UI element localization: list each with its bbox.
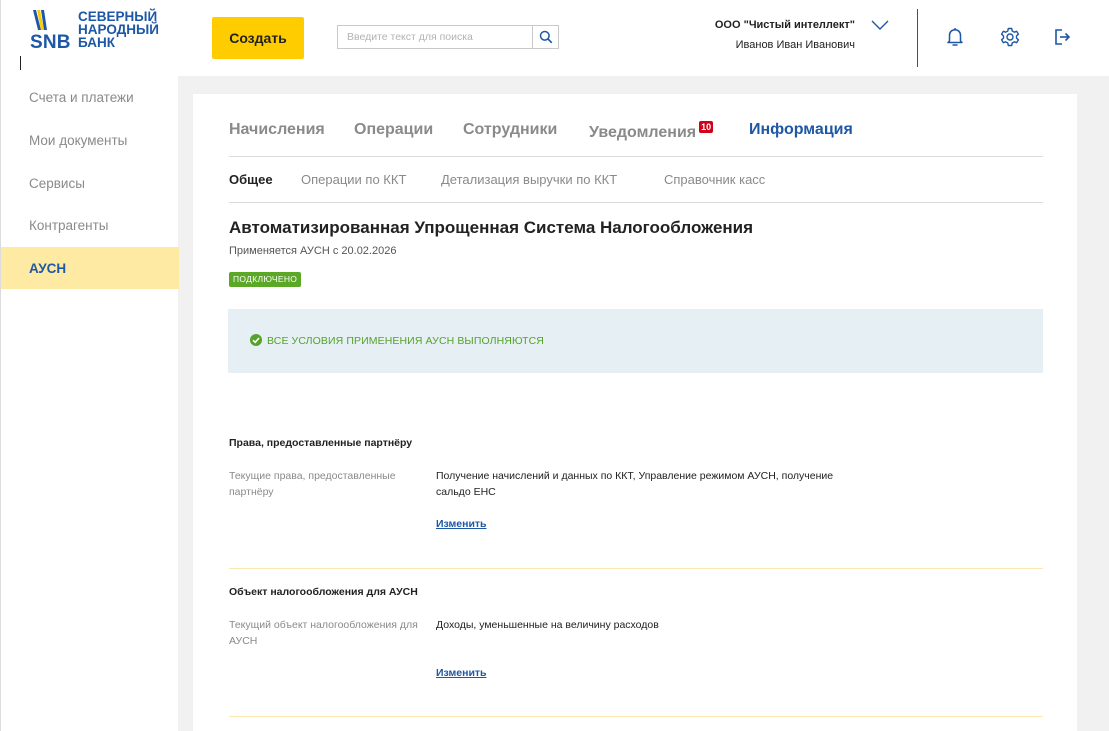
- notifications-button[interactable]: [944, 26, 966, 48]
- tab-employees-label: Сотрудники: [463, 121, 558, 138]
- status-badge: ПОДКЛЮЧЕНО: [229, 272, 302, 287]
- search-input[interactable]: [338, 26, 533, 48]
- sidebar-item-documents[interactable]: Мои документы: [1, 119, 179, 161]
- text-cursor: [20, 56, 21, 70]
- sidebar: Счета и платежи Мои документы Сервисы Ко…: [0, 76, 179, 731]
- create-button[interactable]: Создать: [212, 17, 304, 59]
- logo-name-line3: БАНК: [78, 35, 115, 50]
- tab-notifications[interactable]: Уведомления 10: [589, 121, 714, 142]
- org-switcher[interactable]: ООО "Чистый интеллект" Иванов Иван Ивано…: [701, 19, 901, 59]
- field-label-tax-object: Текущий объект налогообложения для АУСН: [229, 619, 418, 647]
- subtab-revenue-details[interactable]: Детализация выручки по ККТ: [441, 172, 617, 187]
- logout-icon: [1055, 29, 1071, 45]
- subtab-registers-directory[interactable]: Справочник касс: [664, 172, 765, 187]
- section-title-partner-rights: Права, предоставленные партнёру: [229, 437, 413, 449]
- settings-button[interactable]: [999, 26, 1021, 48]
- sidebar-item-accounts[interactable]: Счета и платежи: [1, 76, 179, 118]
- sidebar-item-ausn[interactable]: АУСН: [1, 247, 179, 289]
- search-box: [337, 25, 559, 49]
- field-label-partner-rights: Текущие права, предоставленные партнёру: [229, 470, 396, 498]
- field-value-tax-object: Доходы, уменьшенные на величину расходов: [436, 619, 659, 631]
- applied-since-text: Применяется АУСН с 20.02.2026: [229, 245, 397, 257]
- subtabs-divider: [229, 202, 1043, 203]
- gear-icon: [1000, 27, 1020, 47]
- header-divider: [917, 9, 918, 67]
- tab-operations[interactable]: Операции: [354, 121, 433, 139]
- subtab-general[interactable]: Общее: [229, 172, 273, 187]
- tab-information[interactable]: Информация: [749, 121, 853, 139]
- subtab-kkt-operations[interactable]: Операции по ККТ: [301, 172, 406, 187]
- bell-icon: [947, 28, 963, 46]
- tabs-divider: [229, 156, 1043, 157]
- logo-stripes-icon: [33, 10, 47, 30]
- user-name: Иванов Иван Иванович: [735, 39, 855, 51]
- tab-notifications-label: Уведомления: [589, 124, 697, 141]
- field-value-partner-rights: Получение начислений и данных по ККТ, Уп…: [436, 470, 834, 498]
- check-circle-icon: [250, 334, 262, 346]
- search-icon: [539, 30, 552, 44]
- bank-logo[interactable]: SNB СЕВЕРНЫЙ НАРОДНЫЙ БАНК: [26, 8, 163, 60]
- sidebar-item-counterparties[interactable]: Контрагенты: [1, 204, 179, 246]
- chevron-down-icon[interactable]: [871, 19, 889, 31]
- org-name: ООО "Чистый интеллект": [714, 19, 855, 31]
- tab-accruals[interactable]: Начисления: [229, 121, 325, 139]
- notifications-count-badge: 10: [699, 121, 714, 133]
- logo-name: СЕВЕРНЫЙ НАРОДНЫЙ БАНК: [78, 10, 159, 50]
- sidebar-item-services[interactable]: Сервисы: [1, 162, 179, 204]
- section-separator: [229, 716, 1043, 717]
- change-partner-rights-link[interactable]: Изменить: [436, 518, 487, 530]
- main-content: Начисления Операции Сотрудники Уведомлен…: [193, 94, 1077, 731]
- change-tax-object-link[interactable]: Изменить: [436, 667, 487, 679]
- logo-abbr: SNB: [30, 32, 71, 53]
- tab-employees[interactable]: Сотрудники: [463, 121, 557, 139]
- header: SNB СЕВЕРНЫЙ НАРОДНЫЙ БАНК Создать ООО "…: [0, 0, 1109, 76]
- conditions-alert: ВСЕ УСЛОВИЯ ПРИМЕНЕНИЯ АУСН ВЫПОЛНЯЮТСЯ: [228, 309, 1043, 373]
- page-title: Автоматизированная Упрощенная Система На…: [229, 218, 754, 237]
- section-title-tax-object: Объект налогообложения для АУСН: [229, 586, 418, 598]
- section-separator: [229, 568, 1043, 569]
- alert-text: ВСЕ УСЛОВИЯ ПРИМЕНЕНИЯ АУСН ВЫПОЛНЯЮТСЯ: [267, 335, 544, 347]
- logout-button[interactable]: [1051, 26, 1073, 48]
- search-button[interactable]: [532, 26, 558, 48]
